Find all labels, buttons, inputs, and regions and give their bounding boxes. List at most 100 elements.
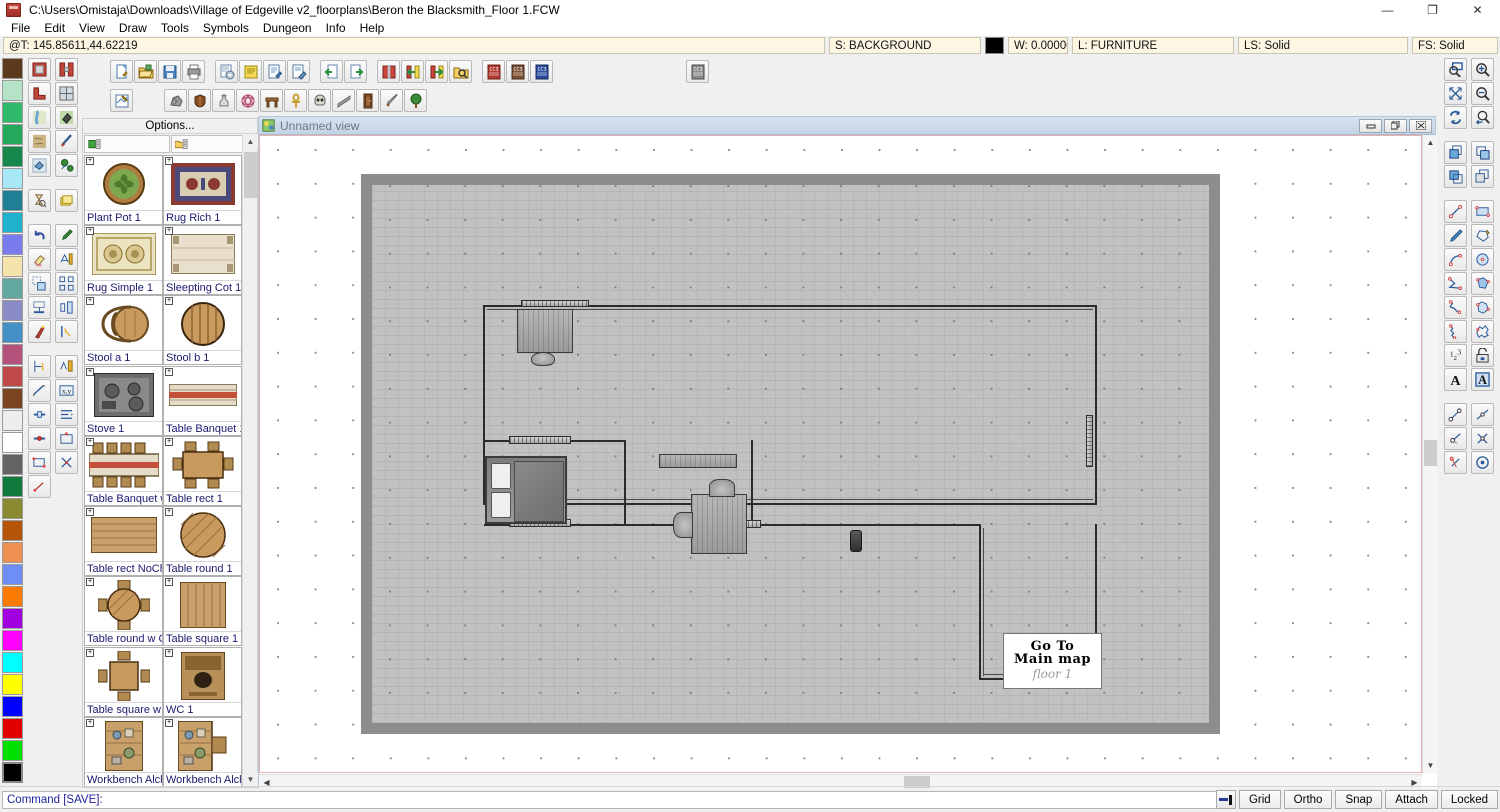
color-swatch-20[interactable] [2, 498, 23, 519]
notes-icon[interactable] [239, 60, 262, 83]
paint-bucket-icon[interactable] [55, 106, 78, 129]
export-document-icon[interactable] [287, 60, 310, 83]
squiggle-icon[interactable] [55, 320, 78, 343]
bring-forward-icon[interactable] [1471, 141, 1494, 164]
hourglass-zoom-icon[interactable] [28, 189, 51, 212]
color-swatch-18[interactable] [2, 454, 23, 475]
path-tool-icon[interactable] [1471, 272, 1494, 295]
symbol-item-plant-pot[interactable]: + Plant Pot 1 [84, 155, 163, 225]
book-icon[interactable] [377, 60, 400, 83]
color-swatch-28[interactable] [2, 674, 23, 695]
layers-icon[interactable] [55, 189, 78, 212]
menu-edit[interactable]: Edit [37, 20, 72, 36]
symbol-item-sleeping-cot[interactable]: + Sleepting Cot 1 [163, 225, 242, 296]
text-fill-icon[interactable] [55, 355, 78, 378]
view-title-bar[interactable]: Unnamed view [259, 117, 1435, 135]
node-edit-icon[interactable] [28, 427, 51, 450]
wall-tool-icon[interactable] [28, 58, 51, 81]
rotate-icon[interactable] [28, 475, 51, 498]
explode-icon[interactable] [28, 320, 51, 343]
on-line-snap-icon[interactable] [1471, 403, 1494, 426]
symbol-expand-icon[interactable]: + [165, 718, 173, 727]
color-swatch-26[interactable] [2, 630, 23, 651]
symbol-item-table-rect-chairs[interactable]: + Table rect 1 [163, 435, 242, 506]
line-style-field[interactable]: LS: Solid [1238, 37, 1408, 54]
bring-to-front-icon[interactable] [1444, 141, 1467, 164]
view-restore-button[interactable] [1384, 118, 1407, 133]
snap-toggle-button[interactable]: Snap [1335, 790, 1383, 809]
layer-field[interactable]: L: FURNITURE [1072, 37, 1234, 54]
symbol-expand-icon[interactable]: + [165, 648, 173, 657]
minimize-button[interactable]: — [1365, 0, 1410, 19]
sheet-field[interactable]: S: BACKGROUND [829, 37, 981, 54]
toggle-command-icon[interactable] [1215, 790, 1236, 809]
symbol-item-table-round-chairs[interactable]: + Table round w Cha [84, 576, 163, 647]
draw-tools-icon[interactable] [110, 89, 133, 112]
symbol-item-table-square[interactable]: + Table square 1 [163, 576, 242, 647]
door-symbols-icon[interactable] [356, 89, 379, 112]
symbol-expand-icon[interactable]: + [86, 367, 94, 376]
symbol-expand-icon[interactable]: + [165, 367, 173, 376]
color-swatch-12[interactable] [2, 322, 23, 343]
symbol-grid[interactable]: + Plant Pot 1 + Rug Rich 1 + Rug Simple … [84, 155, 242, 787]
color-swatch-24[interactable] [2, 586, 23, 607]
zoom-in-icon[interactable] [1471, 58, 1494, 81]
ankh-symbols-icon[interactable] [284, 89, 307, 112]
symbol-expand-icon[interactable]: + [165, 297, 173, 306]
offset-icon[interactable] [28, 379, 51, 402]
freehand-tool-icon[interactable] [1444, 224, 1467, 247]
command-input[interactable]: Command [SAVE]: [2, 791, 1218, 809]
redraw-icon[interactable] [1444, 106, 1467, 129]
menu-draw[interactable]: Draw [112, 20, 154, 36]
wall-corner-icon[interactable] [28, 82, 51, 105]
print-icon[interactable] [182, 60, 205, 83]
color-swatch-11[interactable] [2, 300, 23, 321]
color-swatch-7[interactable] [2, 212, 23, 233]
polyline-tool-icon[interactable] [1444, 272, 1467, 295]
symbol-insert-icon[interactable] [1471, 344, 1494, 367]
color-swatch-31[interactable] [2, 740, 23, 761]
magic-symbols-icon[interactable] [236, 89, 259, 112]
color-swatch-25[interactable] [2, 608, 23, 629]
undo-icon[interactable] [28, 224, 51, 247]
menu-dungeon[interactable]: Dungeon [256, 20, 319, 36]
fill-text-icon[interactable] [28, 355, 51, 378]
symbol-item-workbench-a[interactable]: + Workbench Alche [84, 716, 163, 787]
coordinates-icon[interactable]: x,y [55, 379, 78, 402]
symbol-item-rug-simple[interactable]: + Rug Simple 1 [84, 225, 163, 296]
menu-view[interactable]: View [72, 20, 112, 36]
restore-button[interactable]: ❐ [1410, 0, 1455, 19]
map-canvas[interactable]: Go To Main map floor 1 [259, 135, 1422, 773]
color-swatch-32[interactable] [2, 762, 23, 783]
symbol-expand-icon[interactable]: + [86, 718, 94, 727]
tree-symbols-icon[interactable] [404, 89, 427, 112]
symbol-item-table-banquet-chairs[interactable]: + Table Banquet w C [84, 435, 163, 506]
menu-file[interactable]: File [4, 20, 37, 36]
redo-arrow-icon[interactable] [344, 60, 367, 83]
midpoint-snap-icon[interactable] [1444, 427, 1467, 450]
window-grid-icon[interactable] [55, 82, 78, 105]
tree-rotate-icon[interactable] [55, 154, 78, 177]
new-file-icon[interactable] [110, 60, 133, 83]
symbol-expand-icon[interactable]: + [86, 578, 94, 587]
river-tool-icon[interactable] [28, 106, 51, 129]
color-swatch[interactable] [985, 37, 1004, 54]
send-backward-icon[interactable] [1471, 165, 1494, 188]
eyedropper-icon[interactable] [55, 224, 78, 247]
map-link-label[interactable]: Go To Main map floor 1 [1003, 633, 1102, 689]
stairs-symbols-icon[interactable] [332, 89, 355, 112]
fill-style-field[interactable]: FS: Solid [1412, 37, 1498, 54]
color-swatch-17[interactable] [2, 432, 23, 453]
catalog-scrollbar[interactable]: ▲ ▼ [242, 134, 258, 787]
symbol-expand-icon[interactable]: + [86, 648, 94, 657]
intersect-icon[interactable] [55, 451, 78, 474]
symbol-item-stool-a[interactable]: + Stool a 1 [84, 295, 163, 366]
center-snap-icon[interactable] [1471, 451, 1494, 474]
color-swatch-13[interactable] [2, 344, 23, 365]
zoom-window-icon[interactable] [1444, 58, 1467, 81]
circle-tool-icon[interactable] [1471, 248, 1494, 271]
symbol-expand-icon[interactable]: + [86, 508, 94, 517]
wall-double-icon[interactable] [55, 58, 78, 81]
color-swatch-21[interactable] [2, 520, 23, 541]
browse-files-icon[interactable] [449, 60, 472, 83]
